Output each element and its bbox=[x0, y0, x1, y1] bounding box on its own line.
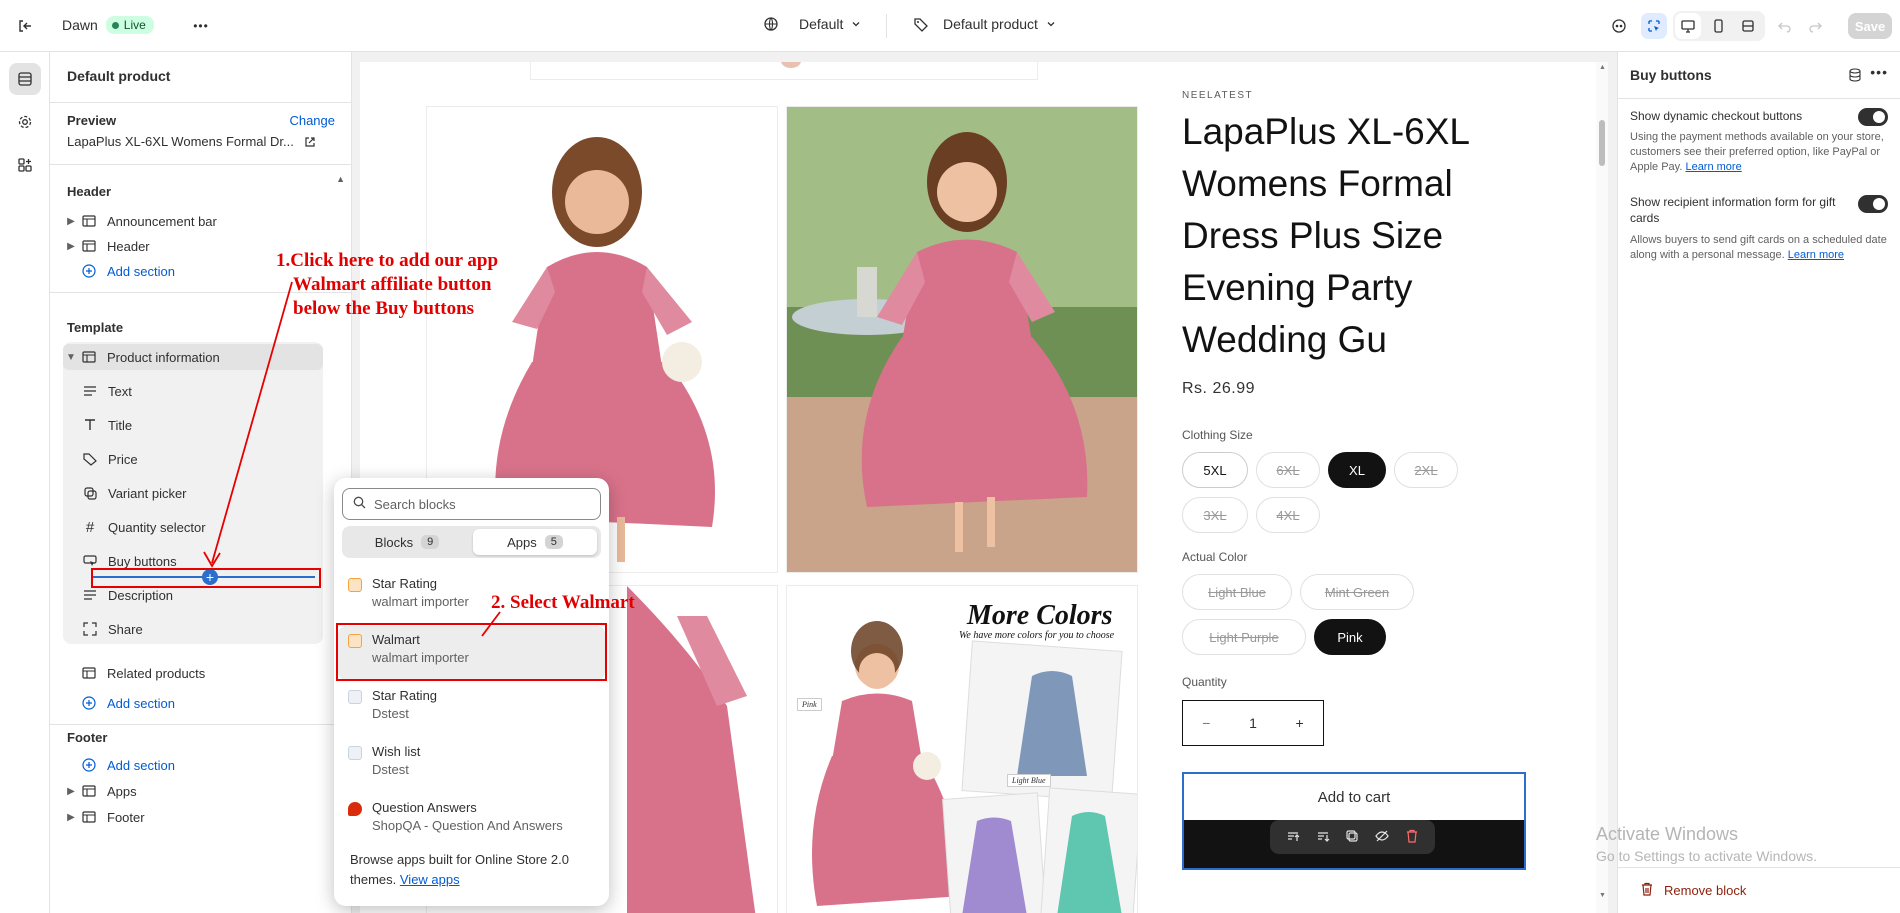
annotation-arrows bbox=[203, 281, 501, 637]
